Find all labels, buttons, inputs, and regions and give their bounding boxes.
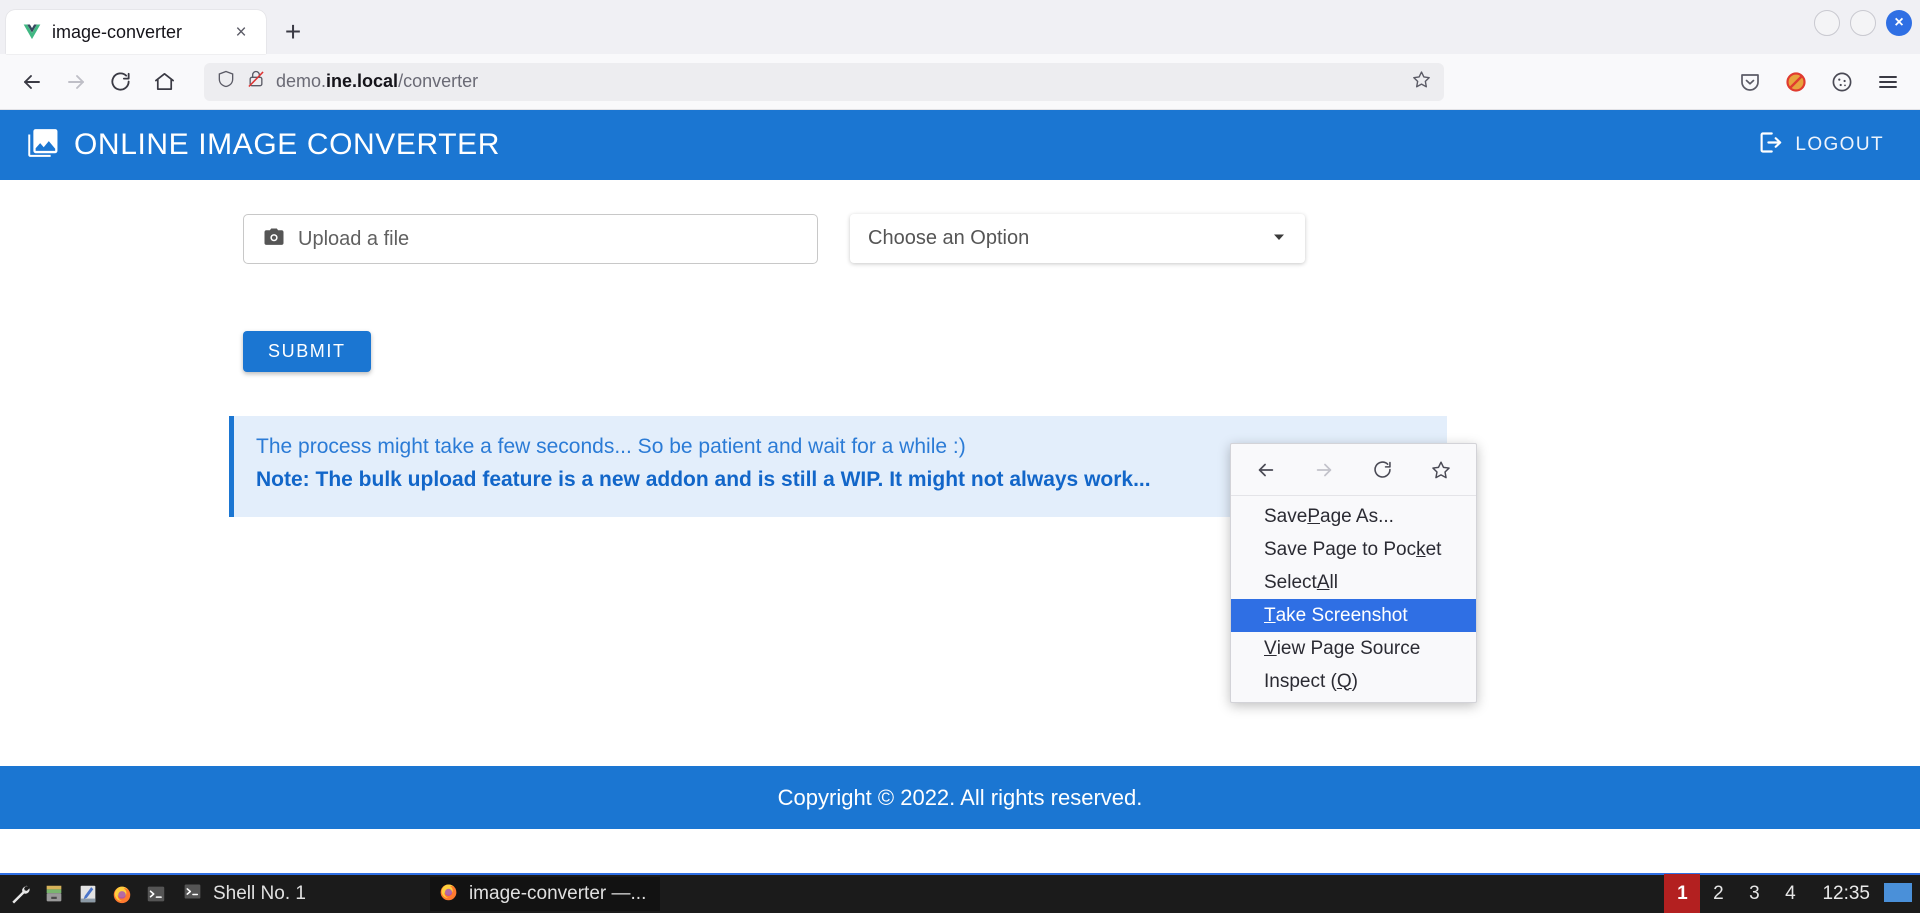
navigation-toolbar: demo.ine.local/converter xyxy=(0,54,1920,110)
browser-window: image-converter × + × demo.ine.local/con… xyxy=(0,0,1920,913)
display-icon[interactable] xyxy=(1884,883,1912,905)
text-editor-icon[interactable] xyxy=(74,880,102,908)
menu-item-view-page-source[interactable]: View Page Source xyxy=(1231,632,1476,665)
taskbar-window-shell-label: Shell No. 1 xyxy=(213,883,306,904)
new-tab-button[interactable]: + xyxy=(274,13,312,51)
web-page: ONLINE IMAGE CONVERTER LOGOUT Upload a f… xyxy=(0,110,1920,829)
workspace-2[interactable]: 2 xyxy=(1700,874,1736,913)
close-icon[interactable]: × xyxy=(228,19,254,45)
shield-icon[interactable] xyxy=(216,69,236,94)
reload-icon[interactable] xyxy=(100,62,140,102)
context-star-icon[interactable] xyxy=(1422,451,1460,489)
tab-strip: image-converter × + × xyxy=(0,0,1920,54)
firefox-icon xyxy=(438,881,459,908)
menu-item-select-all[interactable]: Select All xyxy=(1231,566,1476,599)
toolbar-right xyxy=(1730,62,1908,102)
lock-crossed-icon[interactable] xyxy=(246,69,266,94)
url-prefix: demo. xyxy=(276,71,327,91)
clock: 12:35 xyxy=(1822,883,1870,904)
logout-button[interactable]: LOGOUT xyxy=(1746,121,1894,170)
logout-icon xyxy=(1756,129,1783,162)
cookie-icon[interactable] xyxy=(1822,62,1862,102)
taskbar: Shell No. 1 image-converter —... 1 2 3 4… xyxy=(0,873,1920,913)
workspace-4[interactable]: 4 xyxy=(1772,874,1808,913)
submit-button[interactable]: SUBMIT xyxy=(243,331,371,372)
context-menu-nav-row xyxy=(1231,444,1476,496)
terminal-icon[interactable] xyxy=(142,880,170,908)
menu-item-inspect[interactable]: Inspect (Q) xyxy=(1231,665,1476,698)
firefox-icon[interactable] xyxy=(108,880,136,908)
form-row: Upload a file Choose an Option xyxy=(0,214,1920,264)
app-header: ONLINE IMAGE CONVERTER LOGOUT xyxy=(0,110,1920,180)
browser-tab[interactable]: image-converter × xyxy=(6,10,266,54)
copyright-text: Copyright © 2022. All rights reserved. xyxy=(777,784,1143,810)
url-text[interactable]: demo.ine.local/converter xyxy=(276,71,478,92)
image-library-icon xyxy=(26,126,60,165)
adblock-icon[interactable] xyxy=(1776,62,1816,102)
hamburger-menu-icon[interactable] xyxy=(1868,62,1908,102)
window-controls: × xyxy=(1814,10,1912,36)
context-menu-items: Save Page As... Save Page to Poc k et Sele… xyxy=(1231,496,1476,698)
tab-title: image-converter xyxy=(52,21,183,42)
taskbar-window-browser-label: image-converter —... xyxy=(468,883,647,904)
menu-item-save-page-to-pocket[interactable]: Save Page to Poc k et xyxy=(1231,533,1476,566)
terminal-icon xyxy=(182,881,203,908)
upload-label: Upload a file xyxy=(298,227,410,250)
menu-item-take-screenshot[interactable]: Take Screenshot xyxy=(1231,599,1476,632)
menu-item-save-page-as[interactable]: Save Page As... xyxy=(1231,500,1476,533)
camera-icon xyxy=(262,225,286,254)
taskbar-window-shell[interactable]: Shell No. 1 xyxy=(174,877,320,911)
maximize-button[interactable] xyxy=(1850,10,1876,36)
workspace-3[interactable]: 3 xyxy=(1736,874,1772,913)
context-back-icon[interactable] xyxy=(1247,451,1285,489)
workspace-1[interactable]: 1 xyxy=(1664,874,1701,913)
option-select[interactable]: Choose an Option xyxy=(850,214,1305,263)
url-bar[interactable]: demo.ine.local/converter xyxy=(204,62,1444,101)
file-manager-icon[interactable] xyxy=(40,880,68,908)
context-forward-icon[interactable] xyxy=(1305,451,1343,489)
page-title: ONLINE IMAGE CONVERTER xyxy=(74,128,501,161)
vue-logo-icon xyxy=(22,22,42,42)
app-footer: Copyright © 2022. All rights reserved. xyxy=(0,766,1920,829)
close-window-button[interactable]: × xyxy=(1886,10,1912,36)
alert-line-2: Note: The bulk upload feature is a new a… xyxy=(256,468,1151,492)
minimize-button[interactable] xyxy=(1814,10,1840,36)
back-icon[interactable] xyxy=(12,62,52,102)
taskbar-window-browser[interactable]: image-converter —... xyxy=(429,877,661,911)
taskbar-launchers xyxy=(0,880,170,908)
taskbar-right: 1 2 3 4 12:35 xyxy=(1664,874,1920,913)
home-icon[interactable] xyxy=(144,62,184,102)
app-brand: ONLINE IMAGE CONVERTER xyxy=(26,126,500,165)
context-menu: Save Page As... Save Page to Poc k et Sele… xyxy=(1230,443,1477,703)
url-path: /converter xyxy=(398,71,479,91)
url-domain: ine.local xyxy=(326,71,399,91)
chevron-down-icon xyxy=(1271,229,1287,248)
pocket-icon[interactable] xyxy=(1730,62,1770,102)
forward-icon[interactable] xyxy=(56,62,96,102)
logout-label: LOGOUT xyxy=(1795,134,1884,155)
upload-input[interactable]: Upload a file xyxy=(243,214,818,264)
context-reload-icon[interactable] xyxy=(1364,451,1402,489)
page-content: Upload a file Choose an Option SUBMIT Th… xyxy=(0,180,1920,518)
wrench-icon[interactable] xyxy=(6,880,34,908)
star-icon[interactable] xyxy=(1411,69,1432,95)
option-select-value: Choose an Option xyxy=(868,227,1030,249)
